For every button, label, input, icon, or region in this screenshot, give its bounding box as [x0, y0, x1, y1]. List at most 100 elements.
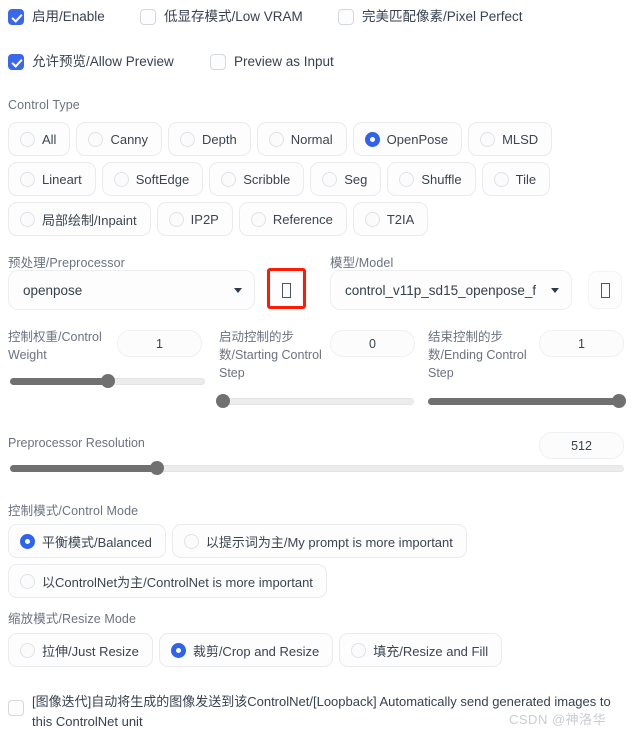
radio-icon[interactable] [493, 171, 509, 187]
control-weight-label: 控制权重/Control Weight [8, 330, 102, 363]
radio-icon[interactable] [168, 211, 184, 227]
ending-control-step-label: 结束控制的步数/Ending Control Step [428, 330, 527, 381]
checkbox-preview-as-input-box[interactable] [210, 54, 226, 71]
slider-thumb[interactable] [150, 461, 165, 475]
ending-control-step-slider[interactable] [428, 394, 626, 408]
starting-control-step-slider[interactable] [216, 394, 414, 408]
control-type-option-reference[interactable]: Reference [238, 202, 347, 236]
resize-mode-option-label: 填充/Resize and Fill [373, 643, 489, 659]
checkbox-enable[interactable]: 启用/Enable [8, 8, 105, 26]
radio-selected-icon[interactable] [170, 642, 186, 658]
resize-mode-option-label: 裁剪/Crop and Resize [192, 643, 320, 659]
slider-thumb[interactable] [216, 394, 230, 408]
chevron-down-icon [234, 287, 242, 293]
control-type-option-normal[interactable]: Normal [256, 122, 347, 156]
checkbox-preview-as-input[interactable]: Preview as Input [210, 53, 334, 71]
control-type-option-label: Scribble [243, 171, 291, 187]
preprocessor-value: openpose [23, 282, 83, 298]
radio-selected-icon[interactable] [364, 131, 380, 147]
preprocessor-resolution-slider[interactable] [10, 461, 624, 475]
radio-icon[interactable] [180, 131, 196, 147]
control-mode-option-controlnet[interactable]: 以ControlNet为主/ControlNet is more importa… [8, 564, 327, 598]
checkbox-enable-label: 启用/Enable [32, 9, 105, 24]
control-type-option-seg[interactable]: Seg [310, 162, 382, 196]
checkbox-low-vram-label: 低显存模式/Low VRAM [164, 9, 303, 24]
checkbox-pixel-perfect[interactable]: 完美匹配像素/Pixel Perfect [338, 8, 523, 26]
control-type-option-mlsd[interactable]: MLSD [468, 122, 553, 156]
checkbox-pixel-perfect-label: 完美匹配像素/Pixel Perfect [362, 9, 523, 24]
watermark: CSDN @神洛华 [509, 712, 607, 727]
ending-control-step-value[interactable]: 1 [539, 330, 624, 357]
radio-selected-icon[interactable] [20, 533, 35, 549]
resize-mode-option-resize-and-fill[interactable]: 填充/Resize and Fill [339, 633, 503, 667]
preprocessor-dropdown[interactable]: openpose [8, 270, 255, 310]
radio-icon[interactable] [20, 573, 35, 589]
control-type-option-label: All [42, 131, 57, 147]
control-type-option-tile[interactable]: Tile [481, 162, 551, 196]
radio-icon[interactable] [20, 211, 35, 227]
control-type-option-t2ia[interactable]: T2IA [352, 202, 429, 236]
control-type-option-canny[interactable]: Canny [76, 122, 163, 156]
radio-icon[interactable] [183, 533, 199, 549]
checkbox-low-vram[interactable]: 低显存模式/Low VRAM [140, 8, 303, 26]
control-weight-slider[interactable] [10, 374, 205, 388]
slider-thumb[interactable] [612, 394, 626, 408]
radio-icon[interactable] [250, 211, 266, 227]
model-dropdown[interactable]: control_v11p_sd15_openpose_f [330, 270, 572, 310]
checkbox-allow-preview-label: 允许预览/Allow Preview [32, 54, 174, 69]
model-value: control_v11p_sd15_openpose_f [345, 282, 537, 298]
control-mode-option-label: 以ControlNet为主/ControlNet is more importa… [42, 574, 313, 590]
control-type-option-ip2p[interactable]: IP2P [156, 202, 233, 236]
slider-fill [10, 378, 108, 385]
control-type-option-openpose[interactable]: OpenPose [352, 122, 463, 156]
control-weight-value[interactable]: 1 [117, 330, 202, 357]
control-type-option-label: T2IA [386, 211, 415, 227]
control-mode-option-my-prompt[interactable]: 以提示词为主/My prompt is more important [171, 524, 467, 558]
radio-icon[interactable] [88, 131, 104, 147]
checkbox-allow-preview[interactable]: 允许预览/Allow Preview [8, 53, 174, 71]
resize-mode-option-just-resize[interactable]: 拉伸/Just Resize [8, 633, 153, 667]
control-type-option-label: Normal [290, 131, 333, 147]
model-label: 模型/Model [330, 256, 394, 270]
control-type-option-shuffle[interactable]: Shuffle [387, 162, 476, 196]
slider-track [219, 398, 414, 405]
starting-control-step-label: 启动控制的步数/Starting Control Step [219, 330, 322, 381]
preprocessor-explosion-button[interactable] [269, 271, 303, 309]
starting-control-step-value[interactable]: 0 [330, 330, 415, 357]
radio-icon[interactable] [351, 642, 367, 658]
radio-icon[interactable] [113, 171, 129, 187]
radio-icon[interactable] [20, 642, 35, 658]
checkbox-low-vram-box[interactable] [140, 9, 156, 26]
radio-icon[interactable] [20, 171, 35, 187]
control-type-option-softedge[interactable]: SoftEdge [101, 162, 204, 196]
slider-thumb[interactable] [100, 374, 115, 388]
checkbox-pixel-perfect-box[interactable] [338, 9, 354, 26]
control-mode-option-label: 平衡模式/Balanced [42, 534, 152, 550]
radio-icon[interactable] [221, 171, 237, 187]
control-type-option-depth[interactable]: Depth [168, 122, 251, 156]
radio-icon[interactable] [364, 211, 380, 227]
radio-icon[interactable] [268, 131, 284, 147]
resize-mode-option-label: 拉伸/Just Resize [42, 643, 139, 659]
control-mode-options: 平衡模式/Balanced 以提示词为主/My prompt is more i… [8, 524, 628, 598]
radio-icon[interactable] [480, 131, 496, 147]
resize-mode-option-crop-and-resize[interactable]: 裁剪/Crop and Resize [158, 633, 334, 667]
checkbox-enable-box[interactable] [8, 9, 24, 26]
preprocessor-resolution-value[interactable]: 512 [539, 432, 624, 459]
checkbox-allow-preview-box[interactable] [8, 54, 24, 71]
model-refresh-button[interactable] [588, 271, 622, 309]
control-mode-option-label: 以提示词为主/My prompt is more important [205, 534, 453, 550]
radio-icon[interactable] [399, 171, 415, 187]
control-type-option-lineart[interactable]: Lineart [8, 162, 96, 196]
control-type-option-label: IP2P [190, 211, 219, 227]
control-type-option-all[interactable]: All [8, 122, 71, 156]
radio-icon[interactable] [20, 131, 35, 147]
resize-mode-label: 缩放模式/Resize Mode [8, 612, 137, 626]
checkbox-loopback-box[interactable] [8, 700, 24, 716]
control-mode-option-balanced[interactable]: 平衡模式/Balanced [8, 524, 166, 558]
checkbox-preview-as-input-label: Preview as Input [234, 54, 334, 69]
control-type-option-label: Tile [515, 171, 537, 187]
radio-icon[interactable] [322, 171, 338, 187]
control-type-option-scribble[interactable]: Scribble [209, 162, 305, 196]
control-type-option-inpaint[interactable]: 局部绘制/Inpaint [8, 202, 151, 236]
